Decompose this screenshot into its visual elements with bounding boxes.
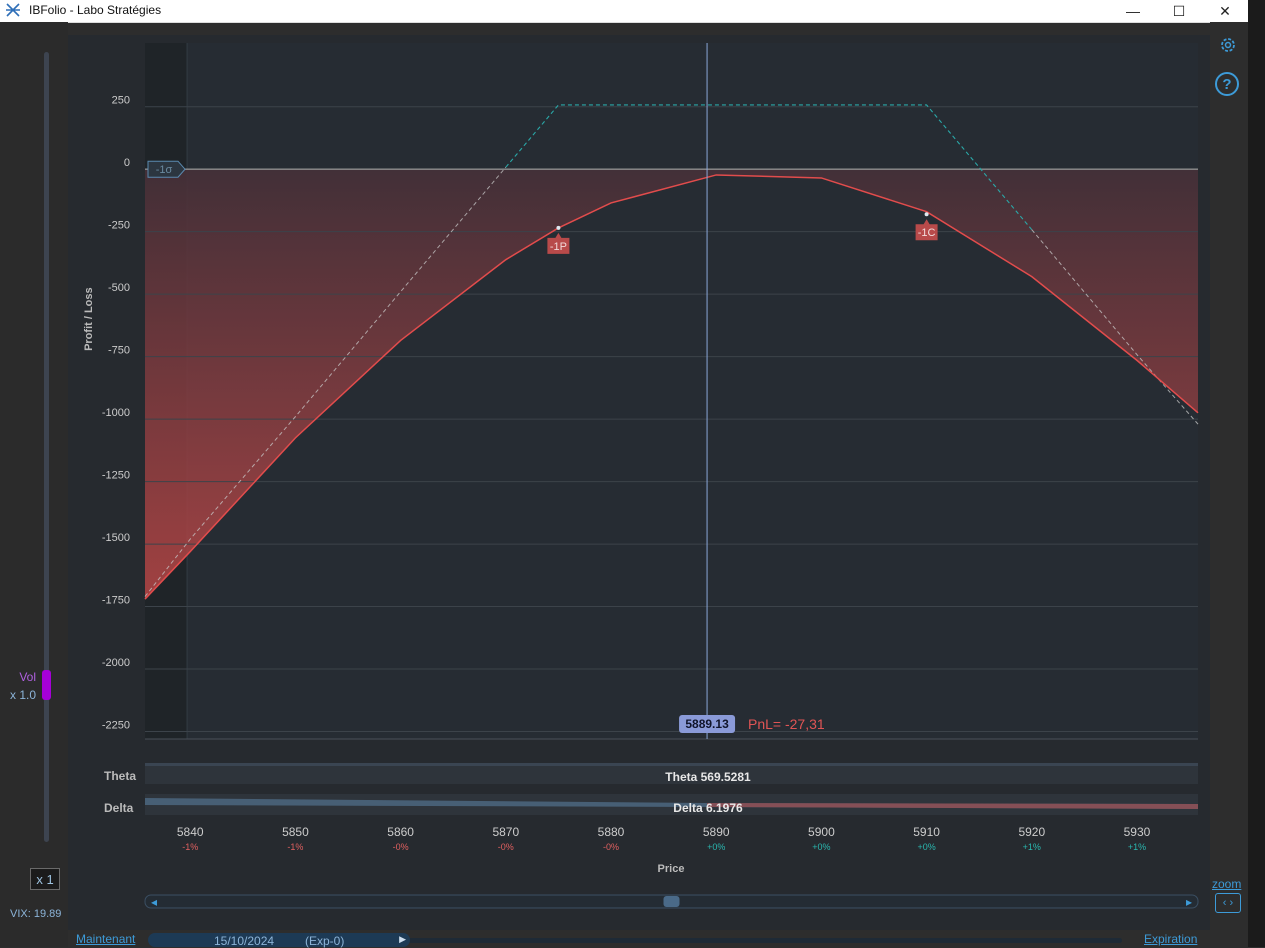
x-tick-label: 5890	[703, 825, 730, 839]
x-axis-title: Price	[658, 863, 685, 875]
scrollbar-thumb[interactable]	[663, 896, 680, 907]
y-axis-title: Profit / Loss	[83, 287, 95, 351]
zoom-button[interactable]: ‹ ›	[1215, 893, 1241, 913]
volatility-label: Vol	[19, 670, 36, 684]
close-button[interactable]: ✕	[1202, 0, 1248, 22]
x-tick-label: 5870	[492, 825, 519, 839]
x-tick-label: 5860	[387, 825, 414, 839]
pnl-label: PnL= -27,31	[748, 716, 825, 732]
x-tick-label: 5880	[598, 825, 625, 839]
position-marker-label: -1C	[918, 227, 936, 239]
delta-value: Delta 6.1976	[673, 801, 743, 815]
x-pct-label: -1%	[287, 842, 303, 852]
y-tick-label: -2250	[102, 720, 130, 732]
y-tick-label: -250	[108, 220, 130, 232]
minimize-button[interactable]: —	[1110, 0, 1156, 22]
gear-icon[interactable]	[1219, 36, 1237, 54]
help-button[interactable]: ?	[1215, 72, 1239, 96]
app-icon	[6, 3, 20, 17]
y-tick-label: -1500	[102, 532, 130, 544]
x-tick-label: 5840	[177, 825, 204, 839]
price-badge-label: 5889.13	[685, 717, 729, 731]
date-slider[interactable]: 15/10/2024 (Exp-0) ▶	[148, 933, 410, 948]
volatility-slider-track[interactable]	[44, 52, 49, 842]
y-tick-label: -750	[108, 345, 130, 357]
now-link[interactable]: Maintenant	[76, 932, 135, 946]
play-icon[interactable]: ▶	[399, 934, 406, 945]
y-tick-label: -1000	[102, 407, 130, 419]
volatility-slider-knob[interactable]	[42, 670, 51, 700]
pnl-chart[interactable]: 250 0 -250 -500 -750 -1000 -1250 -1500 -1750 -200…	[68, 35, 1210, 930]
position-marker-label: -1P	[550, 241, 567, 253]
x-tick-label: 5910	[913, 825, 940, 839]
pnl-chart-panel[interactable]: 250 0 -250 -500 -750 -1000 -1250 -1500 -1750 -200…	[68, 35, 1210, 930]
x-pct-label: -0%	[603, 842, 619, 852]
x-tick-label: 5900	[808, 825, 835, 839]
x-pct-label: +0%	[707, 842, 725, 852]
x-tick-label: 5850	[282, 825, 309, 839]
y-tick-label: 250	[112, 95, 130, 107]
y-tick-label: 0	[124, 157, 130, 169]
position-dot	[924, 212, 929, 217]
vix-readout: VIX: 19.89	[10, 908, 62, 920]
x-tick-label: 5930	[1124, 825, 1151, 839]
y-tick-label: -2000	[102, 657, 130, 669]
x-pct-label: +1%	[1128, 842, 1146, 852]
theta-row-label: Theta	[104, 769, 136, 783]
x-pct-label: +0%	[917, 842, 935, 852]
date-value: 15/10/2024	[214, 934, 275, 948]
window-title: IBFolio - Labo Stratégies	[29, 3, 162, 17]
theta-value: Theta 569.5281	[665, 770, 751, 784]
delta-row-label: Delta	[104, 801, 134, 815]
sigma-flag-label: -1σ	[156, 164, 173, 176]
multiplier-button[interactable]: x 1	[30, 868, 60, 890]
expiration-link[interactable]: Expiration	[1144, 932, 1197, 946]
scroll-left-icon: ◂	[151, 895, 157, 909]
x-pct-label: -1%	[182, 842, 198, 852]
theta-bar-shade	[145, 763, 1198, 766]
x-pct-label: -0%	[393, 842, 409, 852]
title-bar: IBFolio - Labo Stratégies — ☐ ✕	[0, 0, 1248, 23]
right-toolbar	[1210, 22, 1248, 947]
y-tick-label: -1750	[102, 595, 130, 607]
y-tick-label: -500	[108, 282, 130, 294]
volatility-multiplier: x 1.0	[9, 688, 36, 702]
x-pct-label: -0%	[498, 842, 514, 852]
scroll-right-icon: ▸	[1186, 895, 1192, 909]
y-tick-label: -1250	[102, 470, 130, 482]
maximize-button[interactable]: ☐	[1156, 0, 1202, 22]
background-window-strip	[1248, 0, 1265, 947]
position-dot	[556, 225, 561, 230]
left-panel	[0, 22, 68, 947]
x-tick-label: 5920	[1018, 825, 1045, 839]
expiry-tag: (Exp-0)	[305, 934, 345, 948]
x-pct-label: +1%	[1023, 842, 1041, 852]
zoom-label[interactable]: zoom	[1212, 877, 1241, 891]
x-pct-label: +0%	[812, 842, 830, 852]
